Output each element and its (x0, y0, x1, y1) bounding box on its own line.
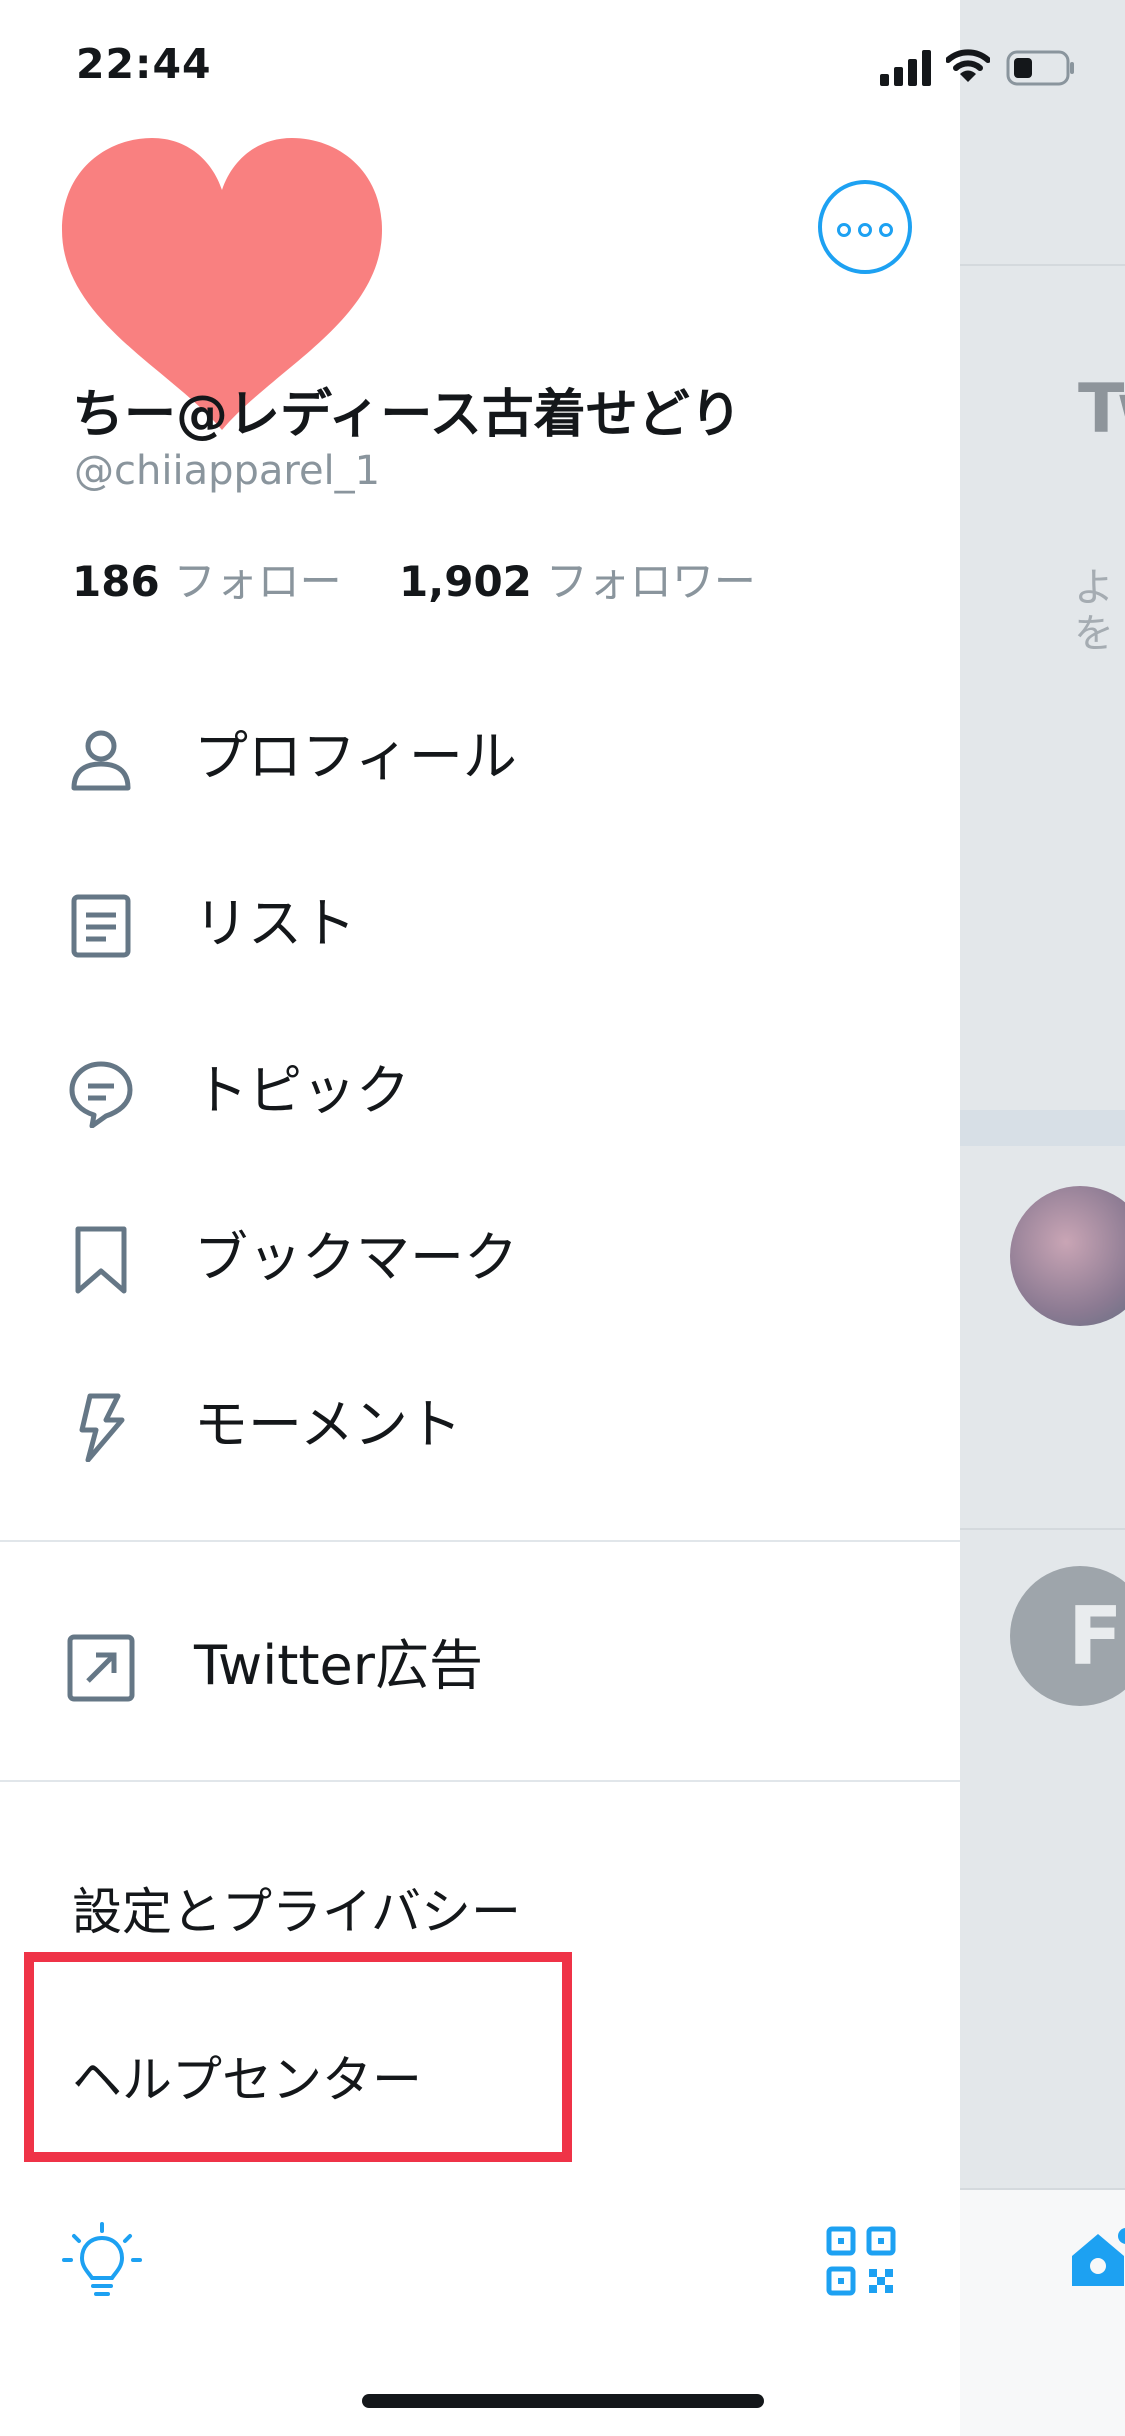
menu-item-twitter-ads[interactable]: Twitter広告 (0, 1585, 960, 1735)
side-drawer: 22:44 ちー@レディース古着せどり @chiiapparel_1 186 フォ… (0, 0, 1074, 2436)
profile-handle[interactable]: @chiiapparel_1 (74, 448, 380, 494)
person-icon (71, 730, 131, 791)
bookmark-icon (75, 1226, 127, 1294)
svg-text:F: F (1068, 1590, 1123, 1683)
battery-icon (1006, 50, 1074, 86)
menu-item-label: Twitter広告 (194, 1634, 483, 1697)
follow-stats: 186 フォロー 1,902 フォロワー (72, 548, 756, 609)
divider (960, 1110, 1125, 1146)
timeline-title-fragment: Tw (1078, 370, 1125, 449)
tab-bar (960, 2188, 1125, 2436)
highlight-annotation-box (24, 1952, 572, 2162)
menu-item-label: モーメント (194, 1393, 462, 1456)
list-icon (71, 894, 131, 958)
home-indicator[interactable] (362, 2394, 764, 2408)
profile-name[interactable]: ちー@レディース古着せどり (72, 372, 742, 447)
topic-icon (69, 1061, 133, 1128)
followers-label: フォロワー (545, 557, 756, 606)
lightning-icon (79, 1393, 125, 1462)
external-link-icon (67, 1634, 135, 1702)
following-label: フォロー (173, 557, 342, 606)
menu-item-label: プロフィール (194, 725, 517, 788)
signal-icon (880, 50, 931, 86)
divider (0, 1780, 960, 1782)
menu-item-lists[interactable]: リスト (0, 843, 960, 993)
more-options-button[interactable] (818, 180, 912, 274)
menu-item-bookmarks[interactable]: ブックマーク (0, 1177, 960, 1327)
followers-count: 1,902 (399, 557, 532, 606)
qr-code-icon[interactable] (826, 2226, 896, 2296)
wifi-icon (946, 49, 990, 82)
menu-item-label: ブックマーク (194, 1226, 518, 1289)
following-link[interactable]: 186 フォロー (72, 557, 342, 606)
divider (960, 264, 1125, 266)
menu-item-label: リスト (194, 892, 356, 955)
status-time: 22:44 (76, 40, 212, 88)
menu-item-profile[interactable]: プロフィール (0, 676, 960, 826)
menu-item-topics[interactable]: トピック (0, 1010, 960, 1160)
menu-item-moments[interactable]: モーメント (0, 1344, 960, 1494)
following-count: 186 (72, 557, 160, 606)
avatar[interactable] (1010, 1186, 1125, 1326)
lightbulb-icon[interactable] (62, 2222, 142, 2302)
settings-and-privacy-link[interactable]: 設定とプライバシー (72, 1872, 521, 1944)
menu-item-label: トピック (194, 1059, 410, 1122)
divider (960, 1528, 1125, 1530)
timeline-hint-fragment: よを (1074, 565, 1114, 657)
home-icon[interactable] (1068, 2228, 1125, 2288)
followers-link[interactable]: 1,902 フォロワー (399, 557, 756, 606)
avatar[interactable]: F (1010, 1566, 1125, 1706)
background-timeline: Tw よを F (960, 0, 1125, 2436)
divider (0, 1540, 960, 1542)
